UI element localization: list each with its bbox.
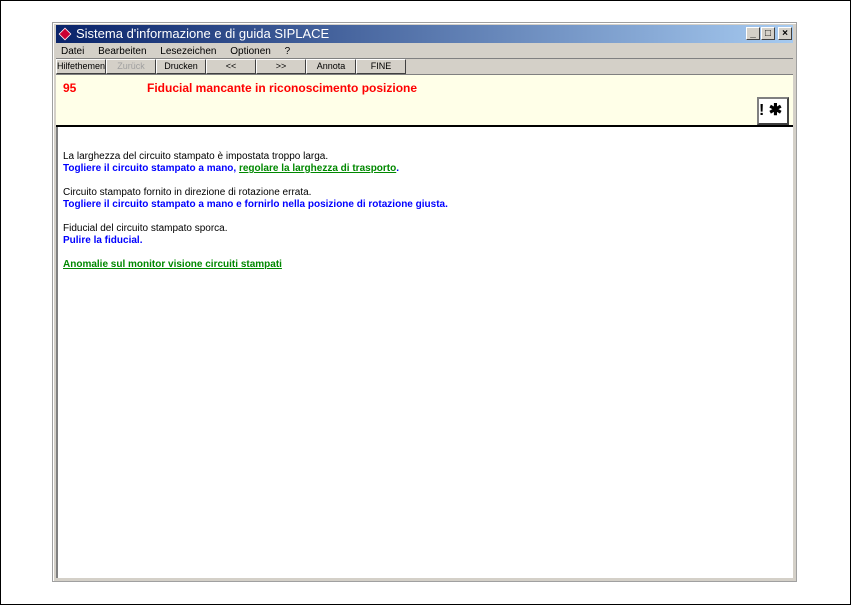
menu-lesezeichen[interactable]: Lesezeichen — [160, 46, 216, 57]
end-button[interactable]: FINE — [356, 59, 406, 74]
action-text: Togliere il circuito stampato a mano, — [63, 163, 239, 174]
menu-datei[interactable]: Datei — [61, 46, 84, 57]
print-button[interactable]: Drucken — [156, 59, 206, 74]
menu-help[interactable]: ? — [285, 46, 291, 57]
topics-button[interactable]: Hilfethemen — [56, 59, 106, 74]
cause-text: Fiducial del circuito stampato sporca. — [63, 223, 228, 234]
next-button[interactable]: >> — [256, 59, 306, 74]
back-button: Zurück — [106, 59, 156, 74]
transport-width-link[interactable]: regolare la larghezza di trasporto — [239, 163, 396, 174]
topic-header: 95 Fiducial mancante in riconoscimento p… — [56, 74, 793, 127]
vision-monitor-link[interactable]: Anomalie sul monitor visione circuiti st… — [63, 259, 282, 270]
error-number: 95 — [63, 81, 77, 95]
toolbar: Hilfethemen Zurück Drucken << >> Annota … — [56, 58, 793, 74]
cause-text: Circuito stampato fornito in direzione d… — [63, 187, 312, 198]
minimize-button[interactable]: _ — [746, 27, 760, 40]
menu-bearbeiten[interactable]: Bearbeiten — [98, 46, 146, 57]
action-text: Pulire la fiducial. — [63, 235, 143, 246]
close-button[interactable]: × — [778, 27, 792, 40]
menu-optionen[interactable]: Optionen — [230, 46, 271, 57]
app-icon — [58, 27, 72, 41]
maximize-button[interactable]: □ — [761, 27, 775, 40]
topic-title: Fiducial mancante in riconoscimento posi… — [147, 81, 418, 95]
menu-bar: Datei Bearbeiten Lesezeichen Optionen ? — [56, 44, 793, 59]
action-text-end: . — [396, 163, 400, 174]
warning-icon: ! ✱ — [757, 97, 789, 125]
previous-button[interactable]: << — [206, 59, 256, 74]
topic-content: La larghezza del circuito stampato è imp… — [56, 127, 793, 578]
help-window: Sistema d'informazione e di guida SIPLAC… — [52, 22, 797, 582]
cause-text: La larghezza del circuito stampato è imp… — [63, 151, 329, 162]
window-title: Sistema d'informazione e di guida SIPLAC… — [76, 26, 330, 41]
annotate-button[interactable]: Annota — [306, 59, 356, 74]
title-bar[interactable]: Sistema d'informazione e di guida SIPLAC… — [56, 25, 793, 43]
action-text: Togliere il circuito stampato a mano e f… — [63, 199, 448, 210]
